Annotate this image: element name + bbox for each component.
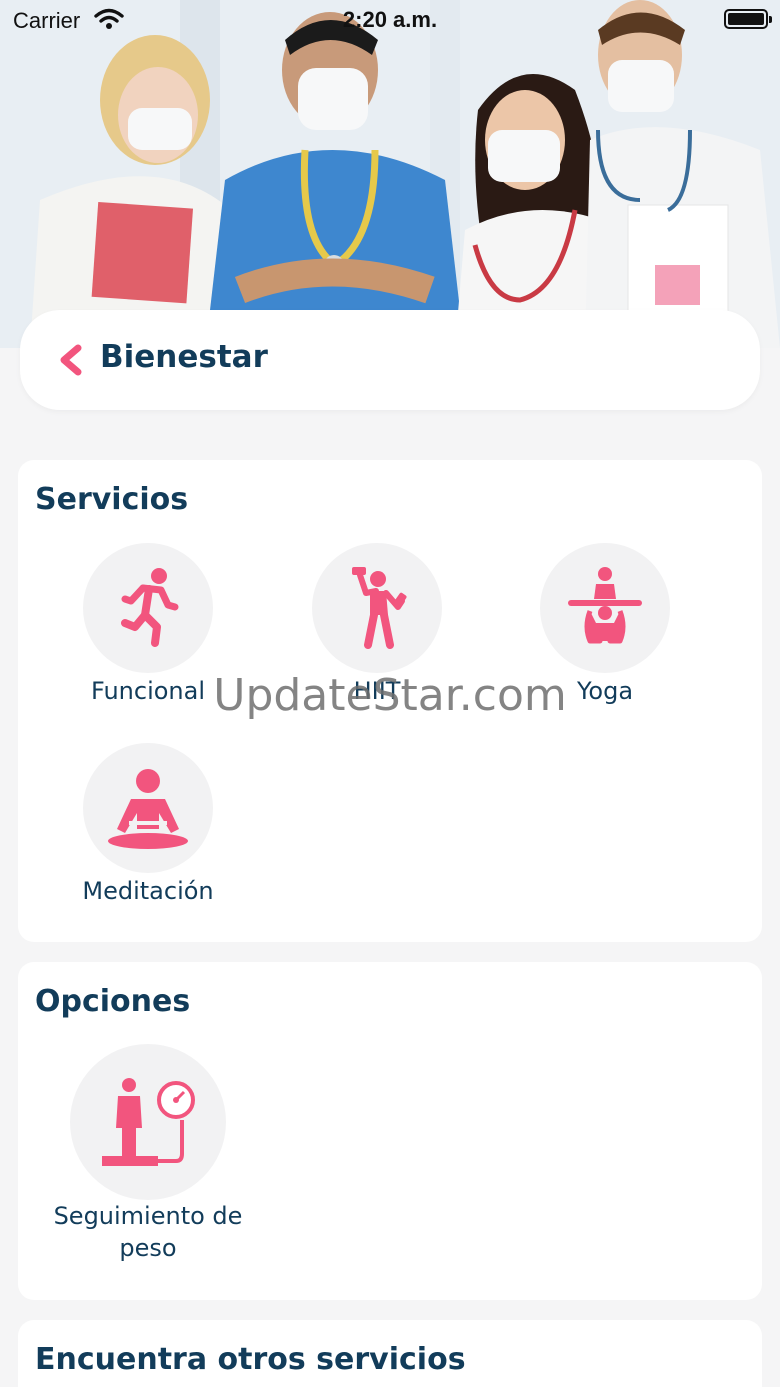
clock: 2:20 a.m. [342,7,438,32]
dumbbell-person-icon [312,543,442,673]
chevron-left-icon[interactable] [56,344,86,380]
header-bar: Bienestar [20,310,760,410]
battery-icon [724,9,772,29]
hero-image [0,0,780,348]
running-person-icon [83,543,213,673]
option-seguimiento-peso[interactable]: Seguimiento de peso [48,1044,248,1264]
service-label: Funcional [90,677,206,705]
service-label: Meditación [82,877,214,905]
weight-scale-icon [70,1044,226,1200]
servicios-card: Servicios Funcional HIIT Yoga Meditación [18,460,762,942]
service-label: HIIT [353,677,401,705]
opciones-title: Opciones [35,984,191,1019]
servicios-title: Servicios [35,482,189,517]
otros-servicios-card: Encuentra otros servicios [18,1320,762,1387]
meditation-icon [83,743,213,873]
otros-servicios-title: Encuentra otros servicios [35,1342,466,1377]
service-label: Yoga [576,677,634,705]
service-yoga[interactable]: Yoga [505,543,705,707]
status-bar: Carrier 2:20 a.m. [0,0,780,40]
yoga-pose-icon [540,543,670,673]
service-hiit[interactable]: HIIT [277,543,477,707]
service-funcional[interactable]: Funcional [48,543,248,707]
option-label: Seguimiento de peso [53,1202,243,1262]
opciones-card: Opciones Seguimiento de peso [18,962,762,1300]
service-meditacion[interactable]: Meditación [48,743,248,907]
page-title: Bienestar [100,339,268,375]
